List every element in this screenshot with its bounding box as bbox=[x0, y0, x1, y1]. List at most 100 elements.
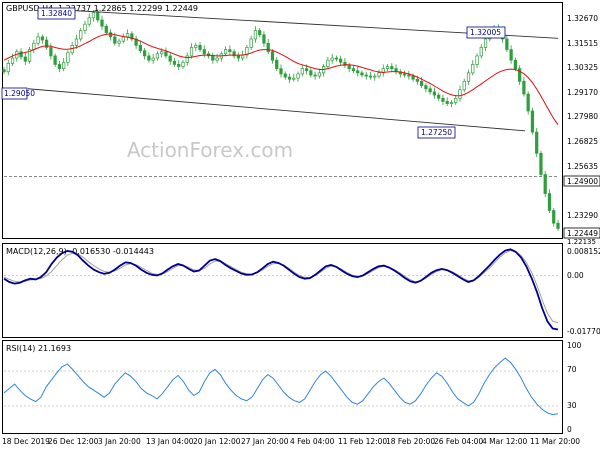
candle-body bbox=[471, 64, 475, 74]
x-tick: 27 Jan 20:00 bbox=[241, 437, 289, 446]
candle-body bbox=[462, 80, 466, 91]
candle-body bbox=[275, 59, 279, 69]
price-y-tick: 1.32670 bbox=[567, 14, 598, 23]
candle-body bbox=[368, 75, 373, 78]
candle-body bbox=[113, 36, 117, 44]
candle-body bbox=[138, 44, 142, 51]
candle-body bbox=[483, 38, 488, 48]
candle-body bbox=[526, 93, 530, 112]
candle-body bbox=[66, 52, 70, 63]
rsi-panel-frame bbox=[2, 340, 563, 434]
macd-y-tick: -0.017705 bbox=[567, 327, 600, 336]
candle-body bbox=[249, 38, 253, 48]
candle-body bbox=[505, 38, 509, 50]
candle-body bbox=[202, 49, 206, 55]
candle-body bbox=[296, 73, 300, 79]
candle-body bbox=[420, 80, 424, 86]
candle-body bbox=[40, 36, 44, 41]
rsi-y-tick: 70 bbox=[567, 365, 577, 374]
price-y-tick: 1.26825 bbox=[567, 137, 598, 146]
candle-body bbox=[177, 64, 181, 67]
candle-body bbox=[236, 55, 241, 59]
candle bbox=[27, 47, 32, 64]
candle-body bbox=[262, 34, 266, 44]
candle-body bbox=[155, 53, 160, 59]
annotation-high-1: 1.32840 bbox=[41, 9, 72, 18]
x-tick: 26 Feb 04:00 bbox=[434, 437, 483, 446]
candle-body bbox=[147, 55, 151, 61]
candle-body bbox=[356, 70, 360, 74]
candle bbox=[539, 150, 543, 178]
candle-body bbox=[19, 51, 23, 58]
rsi-y-tick: 100 bbox=[567, 341, 582, 350]
candle-body bbox=[2, 69, 6, 73]
candle-body bbox=[79, 30, 83, 40]
candle bbox=[530, 107, 535, 135]
candle-body bbox=[458, 89, 462, 99]
candle-body bbox=[479, 47, 483, 57]
rsi-y-tick: 0 bbox=[567, 425, 572, 434]
x-tick: 13 Jan 04:00 bbox=[146, 437, 194, 446]
candle-body bbox=[330, 57, 334, 61]
candle-body bbox=[117, 40, 121, 44]
rsi-y-tick: 30 bbox=[567, 401, 577, 410]
candle-body bbox=[223, 49, 228, 55]
candle-body bbox=[258, 30, 262, 36]
price-y-tick: 1.30325 bbox=[567, 63, 598, 72]
x-tick: 4 Feb 04:00 bbox=[290, 437, 335, 446]
candle-body bbox=[411, 75, 415, 80]
candle-body bbox=[49, 47, 53, 57]
candle-body bbox=[228, 49, 232, 53]
candle-body bbox=[194, 44, 198, 48]
x-tick: 3 Jan 20:00 bbox=[98, 437, 141, 446]
candle-body bbox=[373, 75, 377, 78]
candle-body bbox=[100, 19, 104, 27]
candle-body bbox=[432, 91, 437, 96]
candle-body bbox=[211, 55, 215, 61]
candle-body bbox=[32, 42, 36, 50]
candle bbox=[543, 171, 547, 198]
candle-body bbox=[351, 68, 356, 72]
candle-body bbox=[317, 72, 321, 77]
candle-body bbox=[449, 102, 454, 104]
candle-body bbox=[390, 66, 394, 69]
price-y-tick: 1.25635 bbox=[567, 162, 598, 171]
candle-body bbox=[185, 55, 189, 63]
candle-body bbox=[513, 59, 518, 69]
candle-body bbox=[445, 101, 449, 104]
x-tick: 11 Mar 20:00 bbox=[530, 437, 580, 446]
candle-body bbox=[10, 57, 15, 64]
price-y-tick: 1.27980 bbox=[567, 112, 598, 121]
candle bbox=[526, 91, 530, 115]
candle-body bbox=[287, 76, 292, 80]
candle-body bbox=[266, 42, 270, 53]
candle-body bbox=[437, 94, 441, 99]
candle-body bbox=[300, 68, 304, 75]
candle-body bbox=[424, 85, 428, 90]
candle-body bbox=[509, 49, 513, 61]
candle-body bbox=[253, 30, 258, 40]
price-tag-level: 1.24900 bbox=[567, 177, 598, 186]
candle-body bbox=[270, 51, 275, 61]
candle-body bbox=[151, 57, 155, 61]
candle-body bbox=[415, 78, 419, 82]
candle-body bbox=[326, 59, 330, 67]
forex-chart: ActionForex.com GBPUSD,H4 1.22737 1.2286… bbox=[0, 0, 600, 450]
candle-body bbox=[96, 12, 100, 21]
candle-body bbox=[6, 62, 10, 73]
candle-body bbox=[304, 68, 309, 72]
candle-body bbox=[347, 65, 351, 69]
candle-body bbox=[539, 152, 543, 175]
candle-body bbox=[402, 73, 407, 76]
candle-body bbox=[552, 210, 556, 224]
candle-body bbox=[189, 47, 194, 57]
candle-body bbox=[125, 33, 130, 38]
candle-body bbox=[556, 222, 560, 229]
candle-body bbox=[535, 131, 539, 154]
price-y-tick: 1.29170 bbox=[567, 88, 598, 97]
x-tick: 4 Mar 12:00 bbox=[482, 437, 528, 446]
candle-body bbox=[441, 97, 445, 102]
price-tag-current: 1.22449 bbox=[567, 229, 598, 238]
annotation-high-2: 1.32005 bbox=[470, 28, 501, 37]
candle-body bbox=[83, 23, 87, 31]
